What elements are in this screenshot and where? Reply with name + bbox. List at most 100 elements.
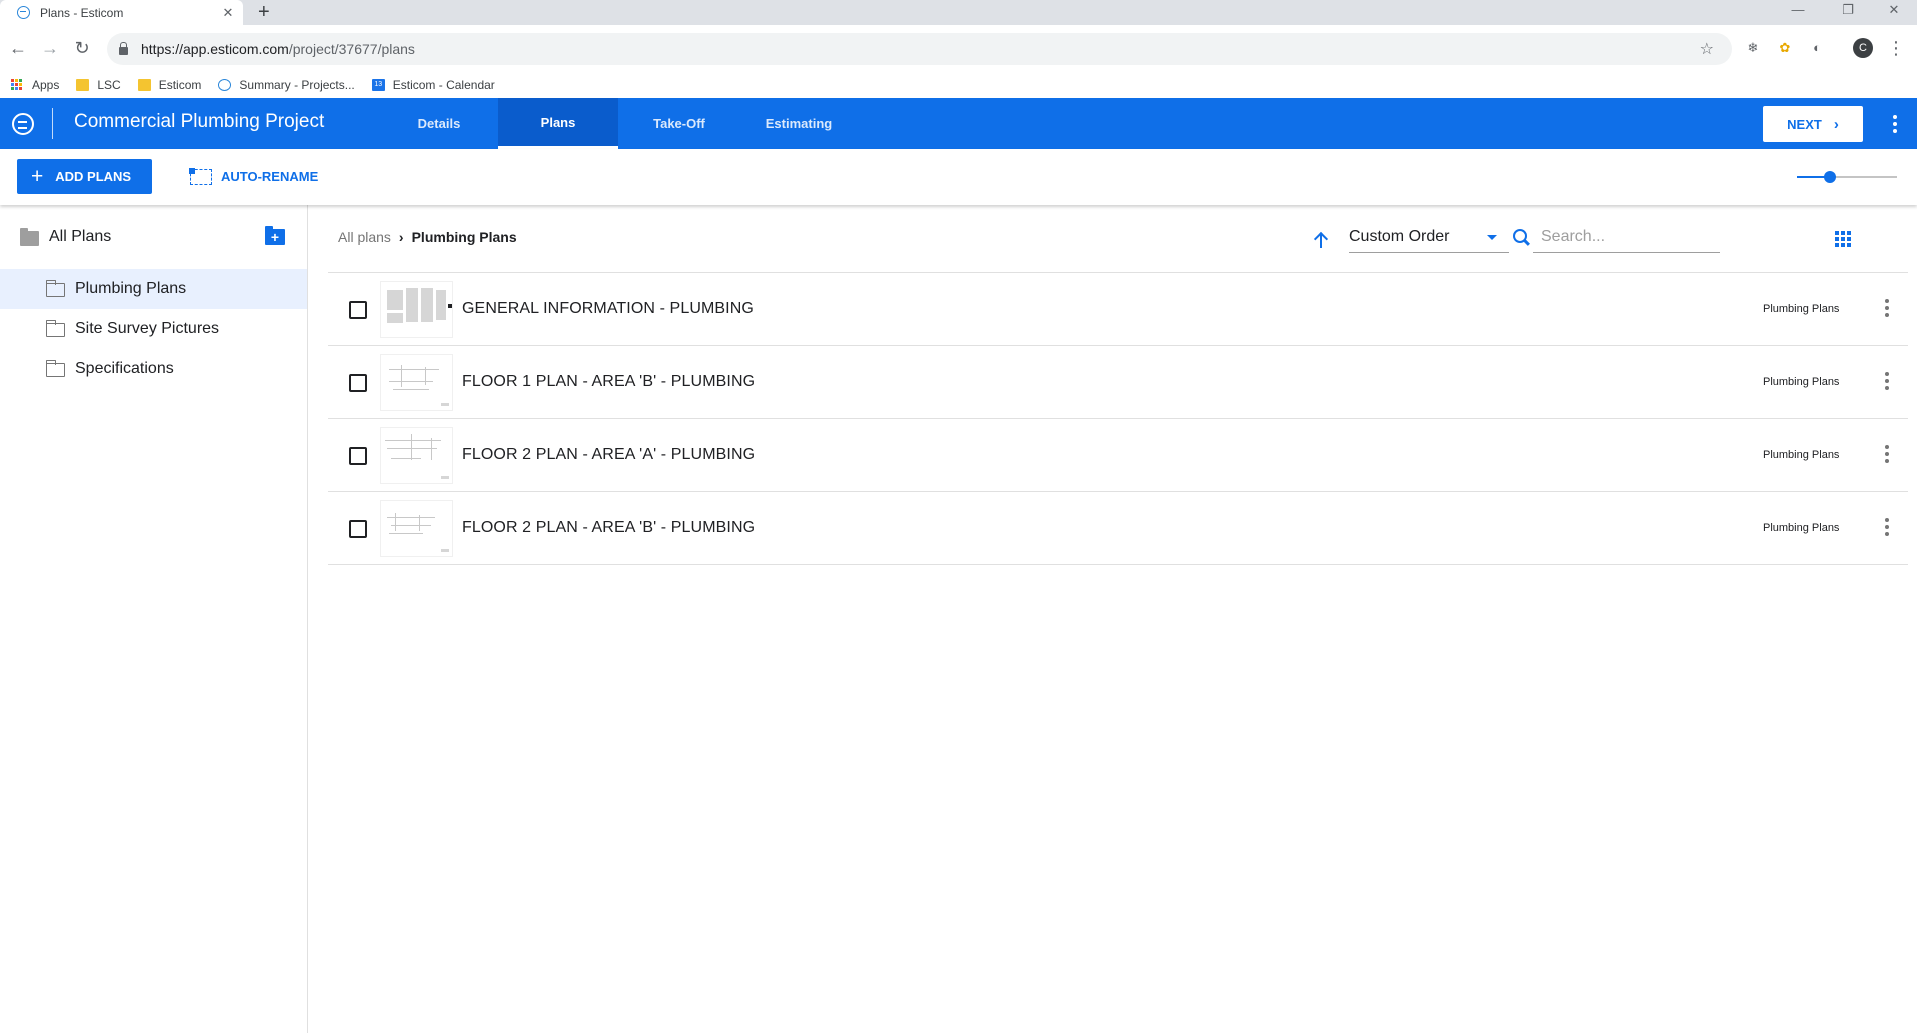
bookmark-label: Apps xyxy=(32,77,60,92)
plan-folder-label: Plumbing Plans xyxy=(1763,522,1840,534)
folder-icon xyxy=(45,360,65,377)
address-bar[interactable]: https://app.esticom.com/project/37677/pl… xyxy=(107,33,1732,65)
bookmark-esticom[interactable]: Esticom xyxy=(137,77,202,92)
plan-row[interactable]: FLOOR 2 PLAN - AREA 'B' - PLUMBING Plumb… xyxy=(328,492,1908,565)
sort-order-select[interactable]: Custom Order xyxy=(1349,221,1509,253)
tab-estimating[interactable]: Estimating xyxy=(740,98,858,149)
folder-label: Specifications xyxy=(75,360,174,377)
extension-circle-icon[interactable]: ◐ xyxy=(1808,39,1826,57)
bookmark-label: Esticom - Calendar xyxy=(392,77,495,92)
sort-direction-arrow-up-icon[interactable] xyxy=(1314,231,1328,249)
bookmark-apps[interactable]: Apps xyxy=(11,78,59,92)
auto-rename-icon xyxy=(189,167,212,185)
more-options-icon[interactable] xyxy=(1888,112,1902,136)
browser-tab-strip: Plans - Esticom ✕ + — ❐ ✕ xyxy=(0,0,1917,25)
bookmark-label: Esticom xyxy=(158,77,202,92)
reload-icon[interactable]: ↻ xyxy=(70,36,94,60)
plan-checkbox[interactable] xyxy=(349,301,367,319)
bookmark-lsc[interactable]: LSC xyxy=(76,77,121,92)
row-more-options-icon[interactable] xyxy=(1884,445,1890,465)
esticom-favicon-icon xyxy=(17,6,30,19)
browser-menu-icon[interactable]: ⋮ xyxy=(1887,38,1905,58)
tab-details[interactable]: Details xyxy=(375,98,503,149)
dropdown-caret-icon xyxy=(1487,235,1497,240)
breadcrumb-current: Plumbing Plans xyxy=(411,229,517,245)
project-title: Commercial Plumbing Project xyxy=(74,111,325,132)
plan-checkbox[interactable] xyxy=(349,374,367,392)
folder-item-site-survey-pictures[interactable]: Site Survey Pictures xyxy=(0,309,307,349)
folder-icon xyxy=(20,227,39,246)
plan-folder-label: Plumbing Plans xyxy=(1763,449,1840,461)
plan-thumbnail[interactable] xyxy=(380,354,453,411)
row-more-options-icon[interactable] xyxy=(1884,518,1890,538)
bookmark-esticom-calendar[interactable]: 13 Esticom - Calendar xyxy=(371,77,495,92)
slider-thumb[interactable] xyxy=(1824,171,1836,183)
tab-plans[interactable]: Plans xyxy=(498,98,618,149)
plan-checkbox[interactable] xyxy=(349,447,367,465)
extension-flower-icon[interactable]: ✿ xyxy=(1776,39,1794,57)
plan-row[interactable]: FLOOR 2 PLAN - AREA 'A' - PLUMBING Plumb… xyxy=(328,419,1908,492)
auto-rename-button[interactable]: AUTO-RENAME xyxy=(189,159,318,194)
plan-thumbnail[interactable] xyxy=(380,281,453,338)
chevron-right-icon: › xyxy=(398,229,404,245)
bookmark-star-icon[interactable]: ☆ xyxy=(1700,39,1714,59)
plan-folder-label: Plumbing Plans xyxy=(1763,303,1840,315)
plan-name[interactable]: GENERAL INFORMATION - PLUMBING xyxy=(462,300,754,318)
browser-toolbar: ← → ↻ https://app.esticom.com/project/37… xyxy=(0,25,1917,71)
calendar-icon: 13 xyxy=(371,78,385,91)
plan-thumbnail[interactable] xyxy=(380,427,453,484)
bookmarks-bar: Apps LSC Esticom Summary - Projects... 1… xyxy=(0,71,1917,98)
minimize-window-icon[interactable]: — xyxy=(1788,2,1808,17)
breadcrumb-all-plans[interactable]: All plans xyxy=(338,229,391,245)
esticom-logo-icon xyxy=(218,78,232,91)
close-tab-icon[interactable]: ✕ xyxy=(221,5,235,21)
all-plans-folder[interactable]: All Plans xyxy=(20,227,111,246)
lock-icon xyxy=(119,41,128,55)
folder-icon xyxy=(76,78,90,91)
esticom-logo-icon[interactable] xyxy=(12,113,34,135)
back-icon[interactable]: ← xyxy=(6,36,30,60)
next-button[interactable]: NEXT › xyxy=(1763,106,1863,142)
extension-snowflake-icon[interactable]: ❄ xyxy=(1744,39,1762,57)
plan-name[interactable]: FLOOR 2 PLAN - AREA 'B' - PLUMBING xyxy=(462,519,755,537)
plan-row[interactable]: GENERAL INFORMATION - PLUMBING Plumbing … xyxy=(328,273,1908,346)
restore-window-icon[interactable]: ❐ xyxy=(1838,2,1858,18)
folder-icon xyxy=(45,280,65,297)
thumbnail-zoom-slider[interactable] xyxy=(1797,171,1897,183)
add-plans-button[interactable]: + ADD PLANS xyxy=(17,159,152,194)
folder-icon xyxy=(137,78,151,91)
browser-tab[interactable]: Plans - Esticom ✕ xyxy=(0,0,243,25)
forward-icon[interactable]: → xyxy=(38,36,62,60)
row-more-options-icon[interactable] xyxy=(1884,299,1890,319)
close-window-icon[interactable]: ✕ xyxy=(1884,2,1904,18)
add-folder-icon[interactable]: + xyxy=(265,226,285,245)
bookmark-summary-projects[interactable]: Summary - Projects... xyxy=(218,78,355,92)
search-icon[interactable] xyxy=(1513,229,1531,247)
grid-view-icon[interactable] xyxy=(1835,231,1851,247)
profile-avatar[interactable]: C xyxy=(1853,38,1873,58)
search-input[interactable] xyxy=(1533,221,1720,253)
action-bar: + ADD PLANS AUTO-RENAME xyxy=(0,149,1917,205)
breadcrumb: All plans › Plumbing Plans xyxy=(338,229,517,245)
folders-sidebar: All Plans + Plumbing Plans Site Survey P… xyxy=(0,205,308,1033)
plan-checkbox[interactable] xyxy=(349,520,367,538)
folder-item-specifications[interactable]: Specifications xyxy=(0,349,307,389)
header-divider xyxy=(52,108,53,139)
app-header: Commercial Plumbing Project Details Plan… xyxy=(0,98,1917,149)
bookmark-label: LSC xyxy=(97,77,121,92)
folder-label: Site Survey Pictures xyxy=(75,320,220,337)
plans-list-panel: All plans › Plumbing Plans Custom Order … xyxy=(308,205,1917,1033)
slider-track xyxy=(1830,176,1897,178)
folder-item-plumbing-plans[interactable]: Plumbing Plans xyxy=(0,269,307,309)
row-more-options-icon[interactable] xyxy=(1884,372,1890,392)
folder-icon xyxy=(45,320,65,337)
tab-take-off[interactable]: Take-Off xyxy=(618,98,740,149)
folder-label: Plumbing Plans xyxy=(75,280,187,297)
new-tab-button[interactable]: + xyxy=(258,1,270,23)
plan-name[interactable]: FLOOR 2 PLAN - AREA 'A' - PLUMBING xyxy=(462,446,755,464)
plan-name[interactable]: FLOOR 1 PLAN - AREA 'B' - PLUMBING xyxy=(462,373,755,391)
plan-row[interactable]: FLOOR 1 PLAN - AREA 'B' - PLUMBING Plumb… xyxy=(328,346,1908,419)
plan-folder-label: Plumbing Plans xyxy=(1763,376,1840,388)
plan-thumbnail[interactable] xyxy=(380,500,453,557)
url-text[interactable]: https://app.esticom.com/project/37677/pl… xyxy=(141,41,415,57)
